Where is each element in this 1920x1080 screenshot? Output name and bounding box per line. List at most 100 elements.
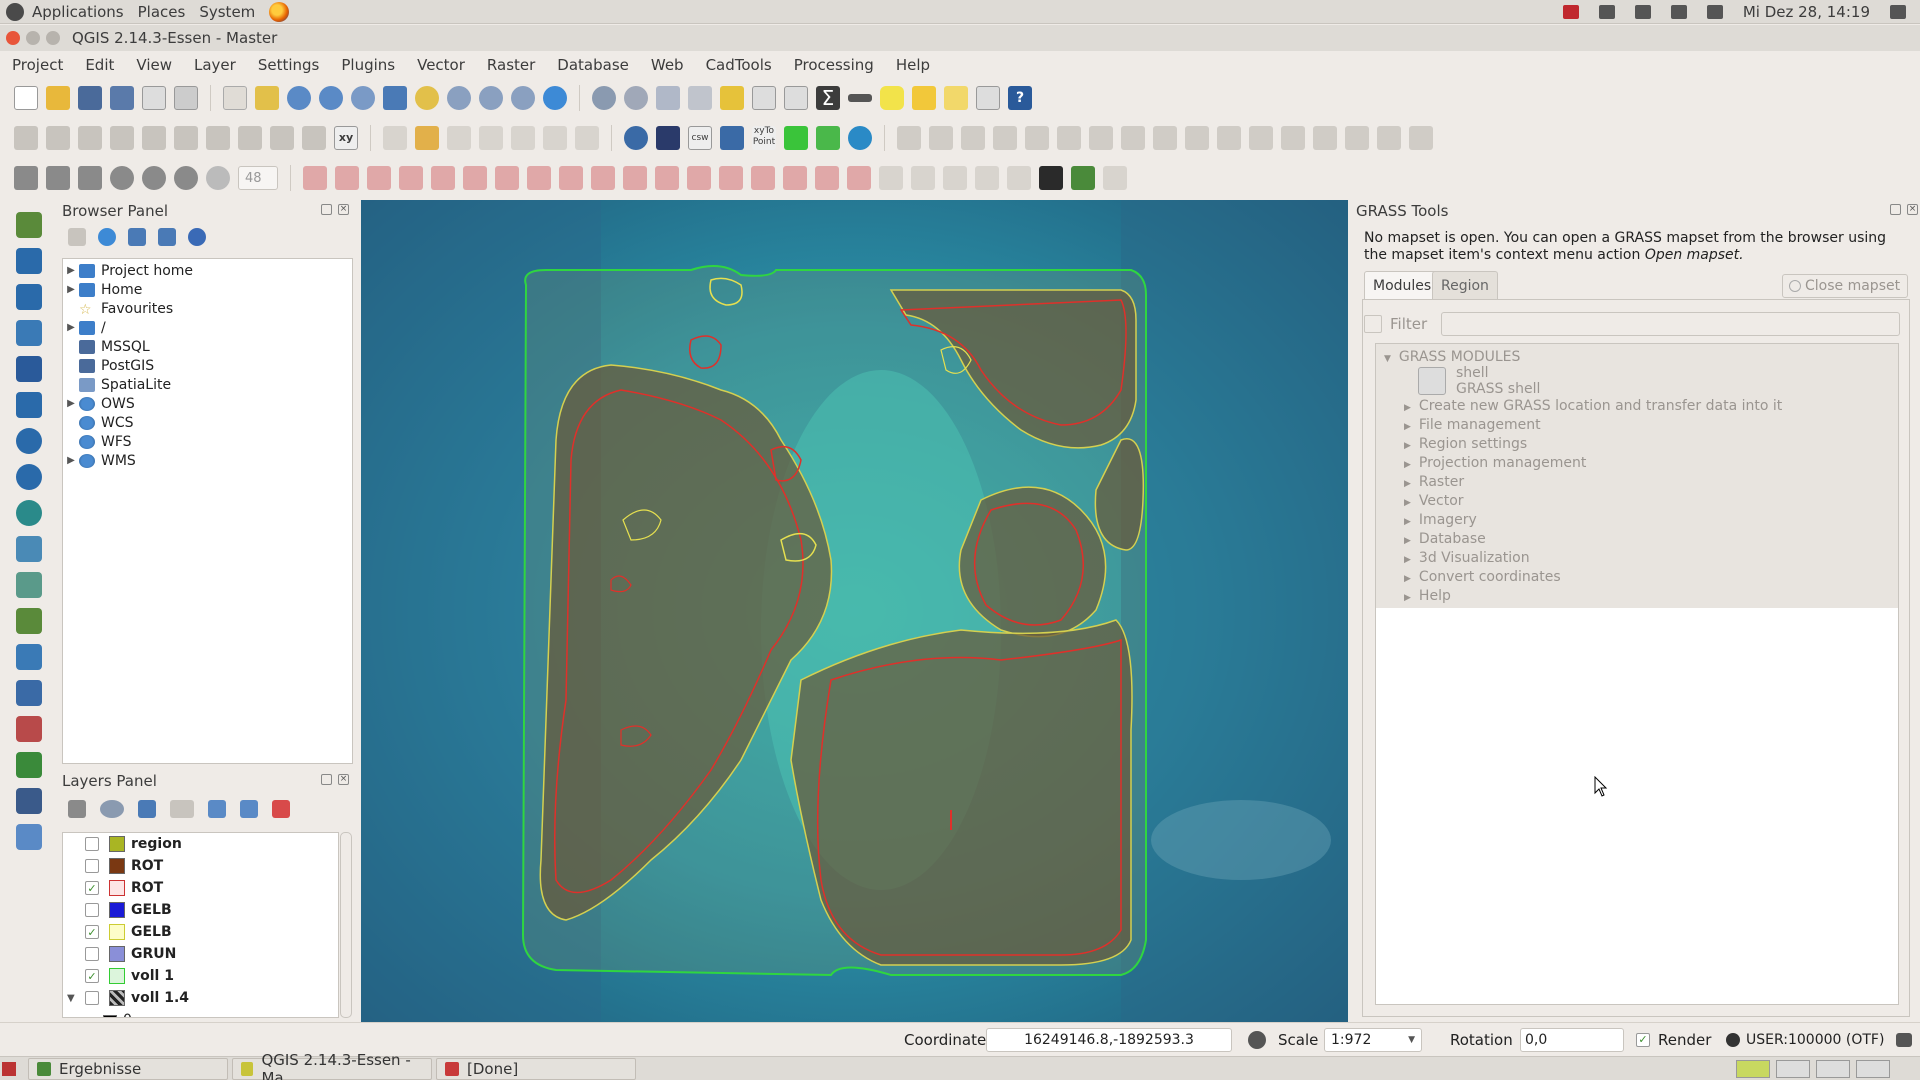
rotation-spinbox[interactable]: 0,0 [1520, 1027, 1624, 1052]
close-mapset-button[interactable]: Close mapset [1782, 274, 1908, 298]
adv-tool-3-icon[interactable] [78, 166, 102, 190]
show-labels-icon[interactable] [479, 126, 503, 150]
statistics-sigma-icon[interactable]: Σ [816, 86, 840, 110]
field-calculator-icon[interactable] [784, 86, 808, 110]
expand-arrow-icon[interactable]: ▶ [1404, 460, 1411, 470]
menu-layer[interactable]: Layer [182, 56, 246, 74]
float-panel-icon[interactable] [321, 204, 332, 215]
cad-tool-11-icon[interactable] [1217, 126, 1241, 150]
module-group[interactable]: ▶ Region settings [1404, 436, 1527, 452]
filter-browser-icon[interactable] [128, 228, 146, 246]
layer-row[interactable]: region [85, 833, 182, 855]
style-manager-icon[interactable] [68, 800, 86, 818]
shape-tool-10-icon[interactable] [591, 166, 615, 190]
shape-tool-14-icon[interactable] [719, 166, 743, 190]
change-label-icon[interactable] [575, 126, 599, 150]
label-highlight-icon[interactable] [415, 126, 439, 150]
add-oracle-layer-icon[interactable] [16, 392, 42, 418]
new-bookmark-icon[interactable] [912, 86, 936, 110]
pin-labels-icon[interactable] [447, 126, 471, 150]
layer-row[interactable]: GRUN [85, 943, 176, 965]
collapse-all-icon[interactable] [240, 800, 258, 818]
shape-tool-11-icon[interactable] [623, 166, 647, 190]
earth-icon[interactable] [848, 126, 872, 150]
module-group[interactable]: ▶ Raster [1404, 474, 1464, 490]
deselect-icon[interactable] [720, 86, 744, 110]
add-spatialite-layer-icon[interactable] [16, 320, 42, 346]
expand-arrow-icon[interactable]: ▶ [1404, 441, 1411, 451]
paste-features-icon[interactable] [302, 126, 326, 150]
indicator-icon[interactable] [1562, 4, 1579, 19]
xy-icon[interactable]: xy [334, 126, 358, 150]
menu-raster[interactable]: Raster [475, 56, 545, 74]
cut-features-icon[interactable] [238, 126, 262, 150]
filter-expression-icon[interactable] [170, 800, 194, 818]
add-delimited-text-icon[interactable] [16, 536, 42, 562]
filter-input[interactable] [1441, 312, 1900, 336]
help-contents-icon[interactable]: ? [1008, 86, 1032, 110]
save-as-icon[interactable] [110, 86, 134, 110]
power-icon[interactable] [1890, 4, 1906, 19]
layer-info-icon[interactable] [16, 824, 42, 850]
layers-stack-icon[interactable] [816, 126, 840, 150]
menu-help[interactable]: Help [884, 56, 940, 74]
map-canvas[interactable] [361, 200, 1348, 1022]
new-gpx-icon[interactable] [16, 680, 42, 706]
segments-spinbox[interactable]: 48 [238, 166, 278, 190]
cad-tool-15-icon[interactable] [1345, 126, 1369, 150]
cad-tool-16-icon[interactable] [1377, 126, 1401, 150]
cad-tool-10-icon[interactable] [1185, 126, 1209, 150]
add-mssql-layer-icon[interactable] [16, 356, 42, 382]
add-selected-layers-icon[interactable] [68, 228, 86, 246]
shape-tool-15-icon[interactable] [751, 166, 775, 190]
expand-arrow-icon[interactable]: ▶ [1404, 403, 1411, 413]
module-group[interactable]: ▶ 3d Visualization [1404, 550, 1530, 566]
task-qgis[interactable]: QGIS 2.14.3-Essen - Ma... [232, 1051, 432, 1080]
grass-icon[interactable] [1071, 166, 1095, 190]
ubuntu-logo-icon[interactable] [6, 2, 24, 21]
shape-tool-1-icon[interactable] [303, 166, 327, 190]
layer-visibility-checkbox[interactable] [85, 947, 99, 961]
browser-item[interactable]: ▶ Home [63, 280, 142, 299]
shape-tool-3-icon[interactable] [367, 166, 391, 190]
terminal-icon[interactable] [1039, 166, 1063, 190]
task-done[interactable]: [Done] [436, 1057, 636, 1080]
layer-visibility-checkbox[interactable] [85, 903, 99, 917]
menu-plugins[interactable]: Plugins [329, 56, 405, 74]
layer-visibility-checkbox[interactable] [85, 859, 99, 873]
visibility-icon[interactable] [100, 800, 124, 818]
browser-item[interactable]: ▶ OWS [63, 394, 135, 413]
web-globe-icon[interactable] [624, 126, 648, 150]
pan-map-icon[interactable] [223, 86, 247, 110]
browser-item[interactable]: PostGIS [63, 356, 154, 375]
window-minimize-button[interactable] [26, 31, 40, 45]
map-tips-icon[interactable] [880, 86, 904, 110]
collapse-arrow-icon[interactable]: ▼ [67, 993, 85, 1004]
zoom-last-icon[interactable] [479, 86, 503, 110]
browser-item[interactable]: WCS [63, 413, 134, 432]
zoom-native-icon[interactable] [351, 86, 375, 110]
attribute-table-icon[interactable] [752, 86, 776, 110]
shape-tool-16-icon[interactable] [783, 166, 807, 190]
workspace-1-icon[interactable] [1736, 1059, 1770, 1078]
module-group[interactable]: ▶ Create new GRASS location and transfer … [1404, 398, 1782, 414]
menu-edit[interactable]: Edit [73, 56, 124, 74]
layer-visibility-checkbox[interactable] [85, 837, 99, 851]
add-raster-layer-icon[interactable] [16, 248, 42, 274]
cad-tool-8-icon[interactable] [1121, 126, 1145, 150]
window-close-button[interactable] [6, 31, 20, 45]
expand-arrow-icon[interactable]: ▶ [1404, 574, 1411, 584]
shape-tool-20-icon[interactable] [911, 166, 935, 190]
shape-tool-21-icon[interactable] [943, 166, 967, 190]
zoom-out-icon[interactable] [319, 86, 343, 110]
system-menu-system[interactable]: System [199, 3, 255, 21]
adv-tool-6-icon[interactable] [174, 166, 198, 190]
add-wms-layer-icon[interactable] [16, 428, 42, 454]
cad-tool-5-icon[interactable] [1025, 126, 1049, 150]
browser-item[interactable]: ▶ Project home [63, 261, 193, 280]
new-shapefile-icon[interactable] [16, 608, 42, 634]
workspace-4-icon[interactable] [1856, 1059, 1890, 1078]
layer-row[interactable]: ✓ GELB [85, 921, 172, 943]
expand-arrow-icon[interactable]: ▶ [1404, 593, 1411, 603]
layer-row[interactable]: ✓ voll 1 [85, 965, 174, 987]
